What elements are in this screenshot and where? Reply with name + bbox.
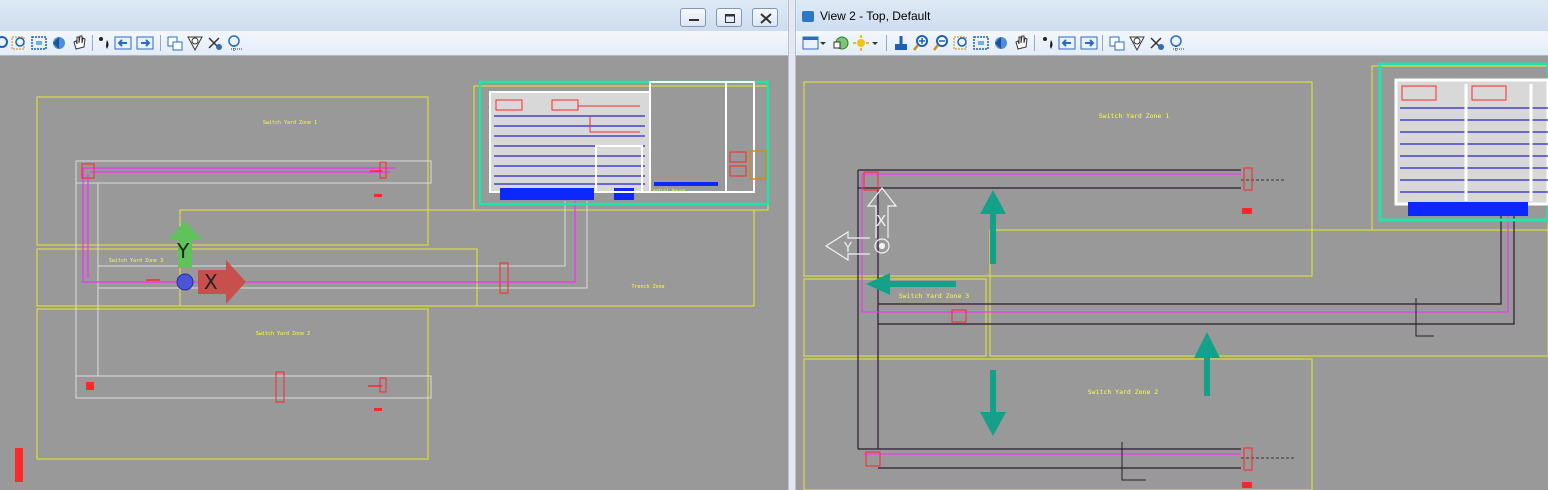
leader-lines xyxy=(1121,298,1434,481)
zone3-boundary xyxy=(36,248,478,307)
axis-origin xyxy=(176,273,194,291)
cabinet-row xyxy=(500,188,594,200)
view-window-2: View 2 - Top, Default Switch Yard Zone 1… xyxy=(796,0,1548,490)
zone2-boundary xyxy=(803,358,1313,490)
view-splitter[interactable] xyxy=(788,0,796,490)
view2-title-bar[interactable]: View 2 - Top, Default xyxy=(796,0,1548,31)
equipment-marker xyxy=(1243,167,1253,191)
control-house-room xyxy=(649,81,727,193)
zone1-label: Switch Yard Zone 1 xyxy=(263,120,317,126)
trench-boundary xyxy=(989,229,1548,357)
cabinet-row xyxy=(1408,202,1528,216)
equipment-marker xyxy=(1242,482,1252,488)
view2-title: View 2 - Top, Default xyxy=(820,9,931,23)
axis-origin-dot xyxy=(878,242,886,250)
equipment-marker xyxy=(1243,447,1253,471)
pan-view-icon[interactable] xyxy=(70,34,88,52)
view-settings-icon[interactable] xyxy=(1168,34,1186,52)
zone3-boundary xyxy=(803,278,987,357)
rotate-view-icon[interactable] xyxy=(992,34,1010,52)
fit-view-icon[interactable] xyxy=(30,34,48,52)
view1-drawing: Switch Yard Zone 1 Switch Yard Zone 3 Sw… xyxy=(15,80,770,482)
close-icon xyxy=(760,13,772,24)
view2-canvas[interactable]: Switch Yard Zone 1 Switch Yard Zone 3 Sw… xyxy=(796,56,1548,490)
equipment-marker xyxy=(86,382,94,390)
x-axis-label: X xyxy=(876,212,886,230)
clip-volume-icon[interactable] xyxy=(1128,34,1146,52)
building-label: Control House xyxy=(650,188,686,194)
minimize-icon xyxy=(689,19,699,21)
equipment-marker xyxy=(379,161,387,179)
trench-outline-vertical xyxy=(75,161,99,398)
teal-arrow-up xyxy=(1194,332,1220,396)
view1-canvas[interactable]: Switch Yard Zone 1 Switch Yard Zone 3 Sw… xyxy=(0,56,788,490)
restore-button[interactable] xyxy=(716,8,742,27)
zone1-label: Switch Yard Zone 1 xyxy=(1099,112,1170,120)
minimize-button[interactable] xyxy=(680,8,706,27)
update-view-icon[interactable] xyxy=(892,34,910,52)
cabinet-row xyxy=(654,182,718,186)
view1-toolbar xyxy=(0,31,788,56)
equipment-marker xyxy=(374,194,382,197)
view-window-icon xyxy=(802,11,814,22)
zone3-label: Switch Yard Zone 3 xyxy=(899,292,970,300)
next-view-icon[interactable] xyxy=(1080,34,1098,52)
trench-label: Trench Zone xyxy=(631,284,664,290)
equipment-marker xyxy=(374,408,382,411)
trench-outline-bottom xyxy=(75,375,432,399)
control-house-room xyxy=(489,91,651,193)
transformer-symbol xyxy=(749,150,767,180)
equipment-marker xyxy=(863,171,879,191)
copy-view-icon[interactable] xyxy=(166,34,184,52)
rotate-view-icon[interactable] xyxy=(50,34,68,52)
teal-arrow-up xyxy=(980,190,1006,264)
view-window-1: Switch Yard Zone 1 Switch Yard Zone 3 Sw… xyxy=(0,0,788,490)
restore-icon xyxy=(725,14,735,23)
zone2-label: Switch Yard Zone 2 xyxy=(1088,388,1159,396)
fit-view-icon[interactable] xyxy=(972,34,990,52)
previous-view-icon[interactable] xyxy=(1058,34,1076,52)
walk-icon[interactable] xyxy=(1040,34,1058,52)
equipment-marker xyxy=(1242,208,1252,214)
x-axis-label: X xyxy=(204,270,218,294)
equipment-marker xyxy=(379,377,387,393)
annotation-arrows xyxy=(866,190,1220,436)
zoom-area-icon[interactable] xyxy=(952,34,970,52)
zone1-boundary xyxy=(36,96,429,246)
dashed-extension xyxy=(1241,179,1296,459)
previous-view-icon[interactable] xyxy=(114,34,132,52)
walk-icon[interactable] xyxy=(96,34,114,52)
copy-view-icon[interactable] xyxy=(1108,34,1126,52)
trench-boundary xyxy=(179,209,755,307)
transformer-symbol xyxy=(729,151,747,163)
close-button[interactable] xyxy=(752,8,778,27)
view-settings-icon[interactable] xyxy=(226,34,244,52)
display-style-icon[interactable] xyxy=(832,34,850,52)
zone2-label: Switch Yard Zone 2 xyxy=(256,331,310,337)
zoom-out-icon[interactable] xyxy=(932,34,950,52)
cabinet-row xyxy=(614,188,634,200)
clip-volume-icon[interactable] xyxy=(186,34,204,52)
transformer-symbol xyxy=(729,165,747,177)
clip-mask-icon[interactable] xyxy=(206,34,224,52)
next-view-icon[interactable] xyxy=(136,34,154,52)
zone2-boundary xyxy=(36,308,429,460)
lighting-icon[interactable] xyxy=(852,34,870,52)
view2-toolbar xyxy=(796,31,1548,56)
zoom-in-icon[interactable] xyxy=(912,34,930,52)
equipment-marker xyxy=(15,448,23,482)
y-axis-label: Y xyxy=(176,239,190,263)
clip-mask-icon[interactable] xyxy=(1148,34,1166,52)
view1-title-bar[interactable] xyxy=(0,0,788,31)
teal-arrow-down xyxy=(980,370,1006,436)
pan-view-icon[interactable] xyxy=(1012,34,1030,52)
zone3-label: Switch Yard Zone 3 xyxy=(109,258,163,264)
y-axis-label: Y xyxy=(843,241,852,256)
zoom-area-icon[interactable] xyxy=(10,34,28,52)
view2-drawing: Switch Yard Zone 1 Switch Yard Zone 3 Sw… xyxy=(803,62,1548,490)
